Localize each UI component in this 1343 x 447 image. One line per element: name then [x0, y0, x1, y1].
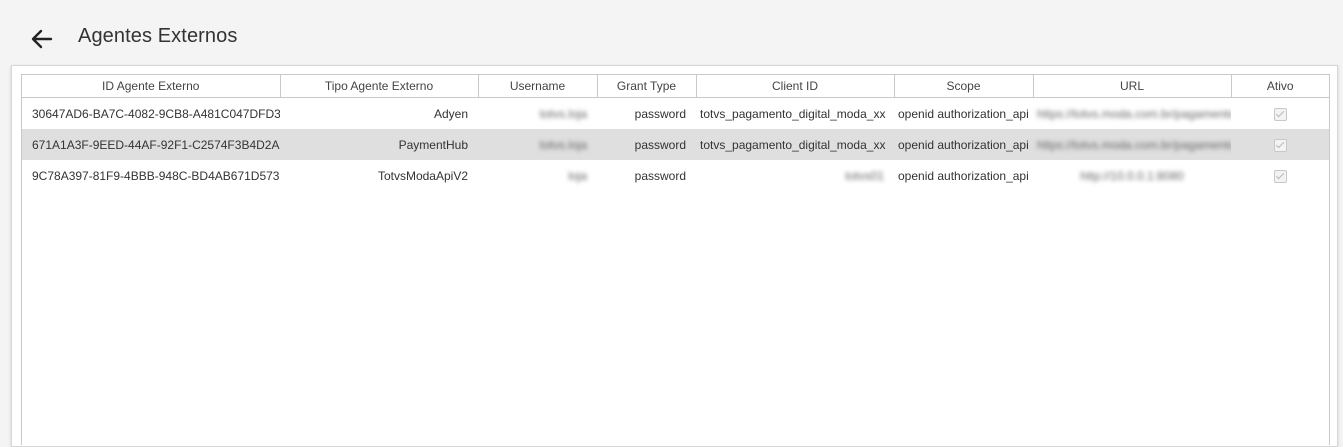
cell-url: https://totvs.moda.com.br/pagamentos [1037, 137, 1231, 152]
cell-id: 9C78A397-81F9-4BBB-948C-BD4AB671D573 [32, 168, 280, 183]
table-header-row: ID Agente Externo Tipo Agente Externo Us… [22, 75, 1329, 98]
cell-scope: openid authorization_api [898, 168, 1029, 183]
table-row[interactable]: 30647AD6-BA7C-4082-9CB8-A481C047DFD3 Ady… [22, 98, 1329, 130]
table-row[interactable]: 9C78A397-81F9-4BBB-948C-BD4AB671D573 Tot… [22, 160, 1329, 191]
cell-client-id: totvs01 [845, 168, 884, 183]
cell-username: totvs.loja [539, 137, 587, 152]
cell-grant-type: password [597, 129, 696, 160]
column-header-grant-type[interactable]: Grant Type [597, 75, 697, 98]
page-title: Agentes Externos [78, 25, 238, 47]
column-header-username[interactable]: Username [478, 75, 598, 98]
table-row[interactable]: 671A1A3F-9EED-44AF-92F1-C2574F3B4D2A Pay… [22, 129, 1329, 160]
cell-url: http://10.0.0.1:8080 [1080, 168, 1184, 183]
column-header-client-id[interactable]: Client ID [696, 75, 895, 98]
cell-id: 30647AD6-BA7C-4082-9CB8-A481C047DFD3 [32, 106, 280, 121]
cell-grant-type: password [634, 168, 686, 183]
cell-username: totvs.loja [539, 106, 587, 121]
cell-client-id: totvs_pagamento_digital_moda_xx [700, 106, 886, 121]
content-panel: ID Agente Externo Tipo Agente Externo Us… [11, 65, 1338, 447]
column-header-ativo[interactable]: Ativo [1231, 75, 1329, 98]
page-header: Agentes Externos [0, 0, 1343, 64]
cell-username: loja [568, 168, 587, 183]
column-header-url[interactable]: URL [1033, 75, 1232, 98]
cell-tipo: PaymentHub [280, 129, 478, 160]
cell-scope: openid authorization_api [894, 129, 1033, 160]
ativo-checkbox[interactable] [1273, 169, 1287, 183]
agents-grid: ID Agente Externo Tipo Agente Externo Us… [21, 74, 1330, 445]
cell-url: https://totvs.moda.com.br/pagamentos [1037, 106, 1231, 121]
back-button[interactable] [27, 24, 57, 54]
ativo-checkbox[interactable] [1273, 138, 1287, 152]
agents-table: ID Agente Externo Tipo Agente Externo Us… [22, 75, 1329, 191]
cell-scope: openid authorization_api [898, 106, 1029, 121]
cell-tipo: Adyen [433, 106, 468, 121]
arrow-left-icon [31, 29, 53, 49]
column-header-scope[interactable]: Scope [894, 75, 1034, 98]
cell-client-id: totvs_pagamento_digital_moda_xx [696, 129, 894, 160]
ativo-checkbox[interactable] [1273, 107, 1287, 121]
column-header-tipo[interactable]: Tipo Agente Externo [280, 75, 479, 98]
cell-id: 671A1A3F-9EED-44AF-92F1-C2574F3B4D2A [22, 129, 280, 160]
column-header-id[interactable]: ID Agente Externo [22, 75, 281, 98]
cell-tipo: TotvsModaApiV2 [377, 168, 468, 183]
cell-grant-type: password [634, 106, 686, 121]
